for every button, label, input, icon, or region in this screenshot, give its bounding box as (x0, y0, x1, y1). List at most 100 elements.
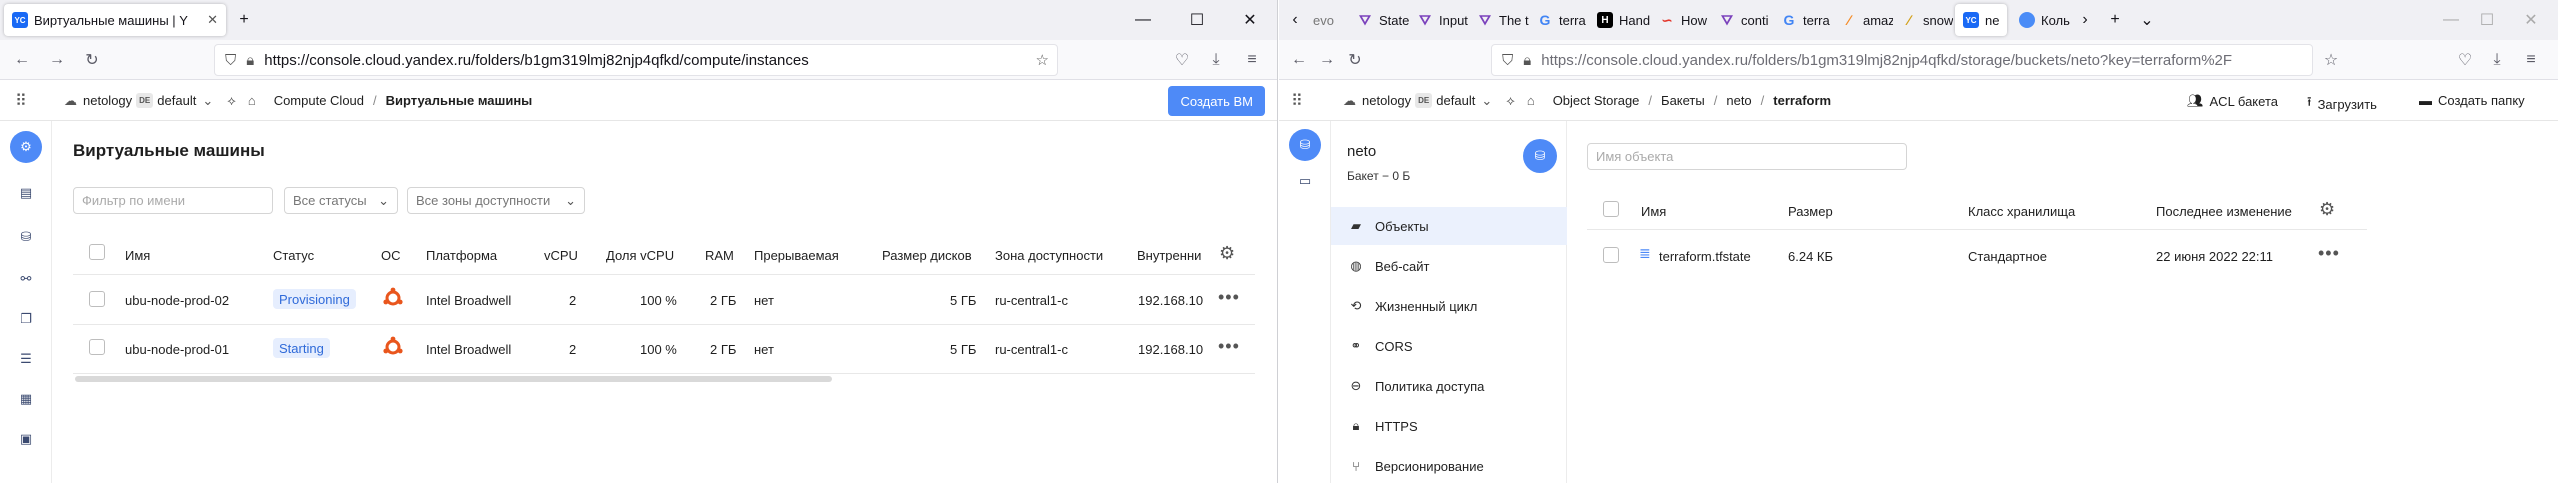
column-header-zone[interactable]: Зона доступности (995, 248, 1103, 263)
vm-name[interactable]: ubu-node-prod-01 (125, 342, 229, 357)
forward-icon[interactable]: → (1315, 48, 1339, 72)
back-icon[interactable]: ← (1287, 48, 1311, 72)
close-icon[interactable]: ✕ (207, 12, 218, 28)
tab-terra-google-2[interactable]: Gterra (1773, 4, 1833, 36)
row-more-icon[interactable]: ••• (1218, 287, 1240, 308)
instances-icon[interactable]: ▤ (14, 181, 38, 205)
tab-evo[interactable]: evo (1305, 4, 1349, 36)
column-header-status[interactable]: Статус (273, 248, 314, 263)
breadcrumb-buckets[interactable]: Бакеты (1661, 93, 1705, 108)
address-bar[interactable]: ⛉ 🔒︎ https://console.cloud.yandex.ru/fol… (1491, 44, 2313, 76)
sidebar-item-website[interactable]: ◍ Веб-сайт (1331, 247, 1567, 285)
table-settings-gear-icon[interactable]: ⚙ (1219, 243, 1235, 264)
select-all-checkbox[interactable] (1603, 201, 1619, 217)
breadcrumb-bucket[interactable]: neto (1726, 93, 1751, 108)
downloads-icon[interactable]: ⤓ (1204, 48, 1228, 72)
tab-state[interactable]: ⛛ State (1349, 4, 1409, 36)
row-more-icon[interactable]: ••• (2318, 243, 2340, 264)
close-icon[interactable]: ✕ (2005, 12, 2007, 28)
scroll-tabs-right-icon[interactable]: › (2073, 8, 2097, 32)
sidebar-item-cors[interactable]: ⚭ CORS (1331, 327, 1567, 365)
disks-icon[interactable]: ⛁ (14, 225, 38, 249)
tab-how[interactable]: ∽ How (1651, 4, 1711, 36)
maximize-button[interactable]: ☐ (2475, 8, 2499, 32)
column-header-ram[interactable]: RAM (705, 248, 734, 263)
tab-amaz[interactable]: ∕ amaz (1833, 4, 1893, 36)
column-header-name[interactable]: Имя (125, 248, 150, 263)
pocket-icon[interactable]: ♡ (1170, 48, 1194, 72)
column-header-last-modified[interactable]: Последнее изменение (2156, 204, 2292, 219)
column-header-disk-size[interactable]: Размер дисков (882, 248, 972, 263)
table-settings-gear-icon[interactable]: ⚙ (2319, 199, 2335, 220)
home-icon[interactable]: ⌂ (1527, 93, 1535, 108)
row-checkbox[interactable] (1603, 247, 1619, 263)
column-header-name[interactable]: Имя (1641, 204, 1666, 219)
sidebar-item-objects[interactable]: ▰ Объекты (1331, 207, 1567, 245)
column-header-os[interactable]: ОС (381, 248, 401, 263)
tab-hand[interactable]: H Hand (1589, 4, 1651, 36)
address-bar[interactable]: ⛉ 🔒︎ https://console.cloud.yandex.ru/fol… (214, 44, 1058, 76)
services-grid-icon[interactable]: ⠿ (15, 91, 27, 111)
list-tabs-icon[interactable]: ⌄ (2135, 8, 2159, 32)
object-name[interactable]: terraform.tfstate (1659, 249, 1751, 264)
tab-virtual-machines[interactable]: YC Виртуальные машины | Y ✕ (4, 4, 226, 36)
menu-icon[interactable]: ≡ (2519, 48, 2543, 72)
breadcrumb-folder[interactable]: default (157, 93, 196, 108)
tab-neto-active[interactable]: YC ne ✕ (1955, 4, 2007, 36)
column-header-preemptible[interactable]: Прерываемая (754, 248, 839, 263)
minimize-button[interactable]: — (2439, 8, 2463, 32)
scroll-tabs-left-icon[interactable]: ‹ (1283, 8, 1307, 32)
back-icon[interactable]: ← (10, 48, 34, 72)
forward-icon[interactable]: → (45, 48, 69, 72)
network-icon[interactable]: ⚯ (14, 267, 38, 291)
tab-the[interactable]: ⛛ The t (1469, 4, 1529, 36)
horizontal-scrollbar[interactable] (75, 376, 832, 382)
tab-kol[interactable]: Коль (2011, 4, 2071, 36)
tab-input[interactable]: ⛛ Input (1409, 4, 1469, 36)
menu-icon[interactable]: ≡ (1240, 48, 1264, 72)
sidebar-item-https[interactable]: 🔒︎ HTTPS (1331, 407, 1567, 445)
column-header-vcpu[interactable]: vCPU (544, 248, 578, 263)
gallery-icon[interactable]: ▣ (14, 427, 38, 451)
minimize-button[interactable]: — (1131, 8, 1155, 32)
reload-icon[interactable]: ↻ (1343, 48, 1367, 72)
new-tab-button[interactable]: + (2103, 8, 2127, 32)
reload-icon[interactable]: ↻ (80, 48, 104, 72)
images-icon[interactable]: ❐ (14, 307, 38, 331)
services-icon[interactable]: ⟡ (1506, 93, 1515, 109)
tab-terra-google[interactable]: Gterra (1529, 4, 1589, 36)
create-folder-button[interactable]: ▬ Создать папку (2419, 93, 2525, 108)
compute-service-icon[interactable]: ⚙ (10, 131, 42, 163)
object-name-filter-input[interactable]: Имя объекта (1587, 143, 1907, 170)
tab-conti[interactable]: ⛛ conti (1711, 4, 1773, 36)
acl-bucket-button[interactable]: 👥︎ ACL бакета (2187, 93, 2278, 109)
row-more-icon[interactable]: ••• (1218, 336, 1240, 357)
services-grid-icon[interactable]: ⠿ (1291, 91, 1303, 111)
pocket-icon[interactable]: ♡ (2453, 48, 2477, 72)
select-all-checkbox[interactable] (89, 244, 105, 260)
chevron-down-icon[interactable]: ⌄ (202, 93, 213, 109)
sidebar-item-lifecycle[interactable]: ⟲ Жизненный цикл (1331, 287, 1567, 325)
upload-button[interactable]: ⭱ Загрузить (2307, 93, 2377, 115)
new-tab-button[interactable]: + (232, 8, 256, 32)
home-icon[interactable]: ⌂ (248, 93, 256, 108)
create-vm-button[interactable]: Создать ВМ (1168, 86, 1265, 116)
bookmark-star-icon[interactable]: ☆ (2319, 48, 2343, 72)
name-filter-input[interactable]: Фильтр по имени (73, 187, 273, 214)
column-header-internal-ip[interactable]: Внутренни (1137, 248, 1201, 263)
breadcrumb-service[interactable]: Object Storage (1553, 93, 1640, 108)
sidebar-item-access-policy[interactable]: ⊖ Политика доступа (1331, 367, 1567, 405)
downloads-icon[interactable]: ⤓ (2485, 48, 2509, 72)
status-filter-select[interactable]: Все статусы ⌄ (284, 187, 398, 214)
vm-name[interactable]: ubu-node-prod-02 (125, 293, 229, 308)
column-header-storage-class[interactable]: Класс хранилища (1968, 204, 2075, 219)
sidebar-item-versioning[interactable]: ⑂ Версионирование (1331, 447, 1567, 483)
column-header-vcpu-share[interactable]: Доля vCPU (606, 248, 674, 263)
column-header-platform[interactable]: Платформа (426, 248, 497, 263)
breadcrumb-org[interactable]: netology (83, 93, 132, 108)
services-icon[interactable]: ⟡ (227, 93, 236, 109)
breadcrumb-org[interactable]: netology (1362, 93, 1411, 108)
layers-icon[interactable]: ☰ (14, 347, 38, 371)
close-window-button[interactable]: ✕ (1238, 8, 1262, 32)
tab-snow[interactable]: ∕ snow (1893, 4, 1953, 36)
